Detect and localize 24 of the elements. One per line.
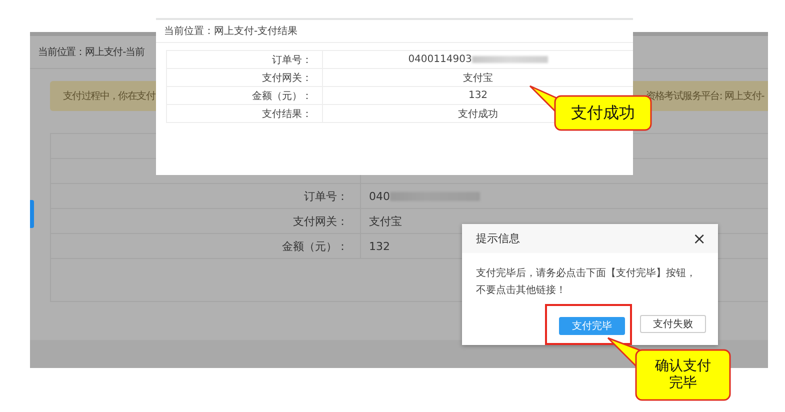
field-label: 支付结果：: [262, 108, 312, 120]
breadcrumb: 当前位置：网上支付-支付结果: [164, 24, 298, 38]
dialog-title: 提示信息: [476, 231, 520, 246]
field-label: 支付网关：: [293, 214, 348, 228]
notice-text: 支付过程中，你在支付: [63, 90, 156, 103]
field-label: 订单号：: [304, 188, 348, 204]
field-value: 132: [369, 240, 390, 252]
field-label: 订单号：: [272, 54, 312, 66]
cancel-button[interactable]: 支付失败: [640, 315, 706, 333]
field-value: 支付宝: [463, 72, 493, 84]
field-value: 0400114903: [408, 54, 472, 65]
field-value: 支付宝: [369, 214, 402, 228]
dialog-message: 支付完毕后，请务必点击下面【支付完毕】按钮，不要点击其他链接！: [476, 266, 697, 298]
callout-text: 确认支付完毕: [654, 358, 712, 392]
field-value: 132: [468, 90, 488, 101]
breadcrumb: 当前位置：网上支付-当前: [38, 46, 144, 59]
side-tab-handle[interactable]: [30, 200, 34, 228]
callout-text: 支付成功: [570, 103, 636, 123]
field-label: 支付网关：: [262, 72, 312, 84]
field-label: 金额（元）：: [252, 90, 312, 102]
field-label: 金额（元）：: [282, 238, 348, 254]
field-value: 040: [369, 190, 390, 202]
field-value: 支付成功: [458, 108, 498, 120]
close-button[interactable]: ×: [690, 230, 708, 246]
